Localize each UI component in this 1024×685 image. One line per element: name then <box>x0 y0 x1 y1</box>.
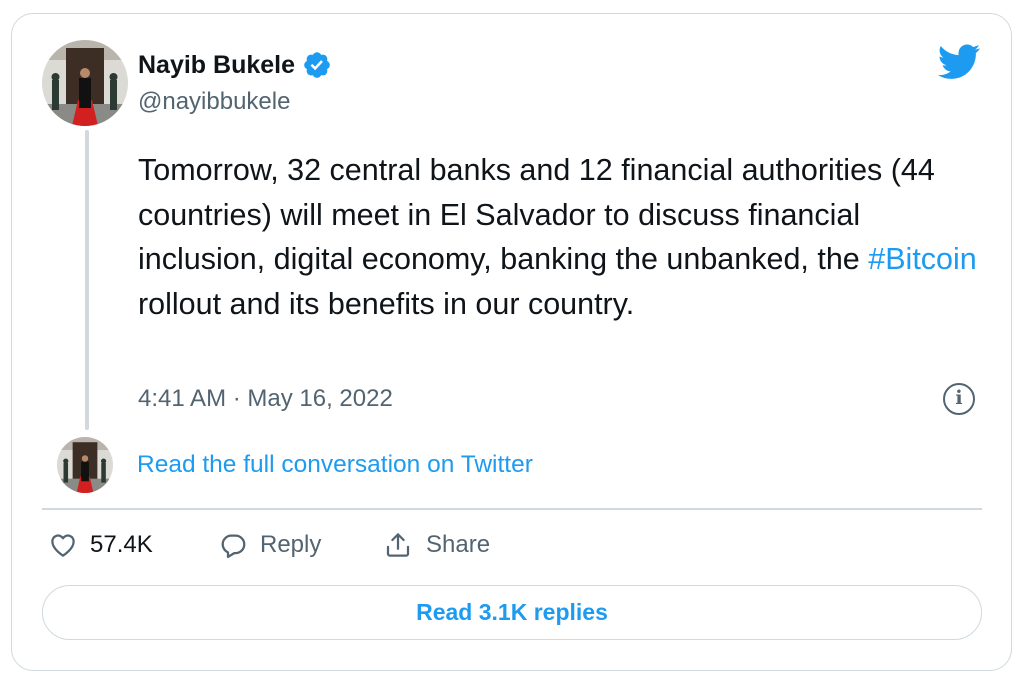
hashtag-link[interactable]: #Bitcoin <box>868 242 977 276</box>
share-label: Share <box>426 531 491 558</box>
author-avatar[interactable] <box>42 40 128 126</box>
conversation-avatar <box>57 437 113 493</box>
tweet-text-part: rollout and its benefits in our country. <box>138 286 635 321</box>
author-name-row: Nayib Bukele <box>138 50 332 80</box>
share-button[interactable]: Share <box>382 530 490 560</box>
tweet-text-part: Tomorrow, 32 central banks and 12 financ… <box>138 153 935 276</box>
tweet-text: Tomorrow, 32 central banks and 12 financ… <box>138 148 978 326</box>
heart-icon <box>51 534 75 557</box>
thread-line <box>85 130 89 430</box>
like-count: 57.4K <box>90 531 153 558</box>
info-icon[interactable]: i <box>943 383 975 415</box>
twitter-bird-icon[interactable] <box>937 44 981 80</box>
divider <box>42 508 982 510</box>
author-handle[interactable]: @nayibbukele <box>138 88 290 116</box>
reply-bubble-icon <box>221 534 246 558</box>
author-name[interactable]: Nayib Bukele <box>138 51 295 80</box>
read-full-conversation-link[interactable]: Read the full conversation on Twitter <box>137 451 533 479</box>
tweet-timestamp[interactable]: 4:41 AM · May 16, 2022 <box>138 385 393 413</box>
share-icon <box>386 533 410 557</box>
like-button[interactable]: 57.4K <box>48 530 153 560</box>
reply-label: Reply <box>260 531 322 558</box>
read-replies-button[interactable]: Read 3.1K replies <box>42 585 982 640</box>
verified-badge-icon <box>304 52 330 78</box>
reply-button[interactable]: Reply <box>218 530 321 560</box>
